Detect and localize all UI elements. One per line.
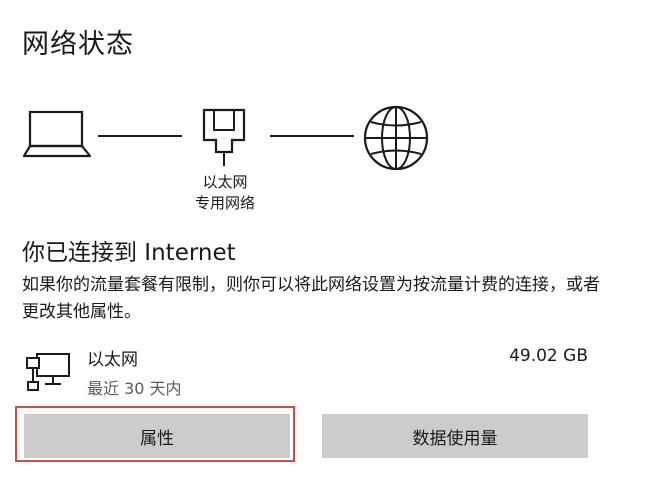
ethernet-icon — [202, 108, 246, 166]
properties-button[interactable]: 属性 — [24, 414, 290, 458]
adapter-label-network-type: 专用网络 — [194, 194, 255, 212]
globe-icon — [363, 105, 429, 171]
adapter-label-name: 以太网 — [202, 173, 248, 191]
connection-status-description: 如果你的流量套餐有限制，则你可以将此网络设置为按流量计费的连接，或者更改其他属性… — [22, 275, 600, 322]
wired-network-icon — [26, 353, 70, 391]
network-status-page: 网络状态 以太网 专用网络 你已连接到 Internet 如果你的流量套餐有限制… — [0, 0, 660, 490]
laptop-icon — [22, 110, 92, 158]
usage-period: 最近 30 天内 — [87, 379, 182, 398]
connection-name: 以太网 — [87, 350, 138, 370]
connection-line-right — [270, 135, 354, 137]
data-usage-button[interactable]: 数据使用量 — [322, 414, 588, 458]
connection-line-left — [98, 135, 182, 137]
data-usage-amount: 49.02 GB — [509, 346, 588, 366]
connection-diagram: 以太网 专用网络 — [0, 0, 660, 230]
connection-status-heading: 你已连接到 Internet — [22, 240, 236, 266]
